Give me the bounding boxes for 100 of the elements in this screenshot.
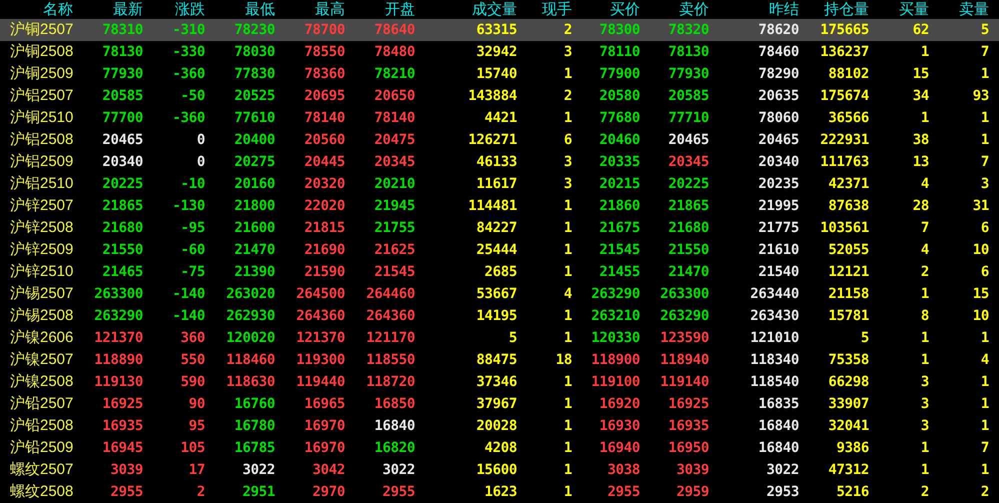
table-cell-text: 16970 xyxy=(303,417,345,436)
table-cell-text: 63315 xyxy=(475,21,517,40)
column-header[interactable]: 买量 xyxy=(869,0,929,19)
table-cell-text: 78210 xyxy=(373,65,415,84)
table-cell-text: 22020 xyxy=(303,197,345,216)
table-cell-text: 20340 xyxy=(101,153,143,172)
column-header[interactable]: 最新 xyxy=(73,0,143,19)
table-cell-text: 20465 xyxy=(757,131,799,150)
table-cell-text: 66298 xyxy=(827,373,869,392)
table-cell-text: 1 xyxy=(562,263,572,282)
table-cell-text: 118550 xyxy=(365,351,415,370)
row-highlight[interactable]: 沪铜2507 78310 -310 78230 78700 78640 63315 2 78300 78320 78620 175665 62 5 xyxy=(0,19,999,41)
table-cell-text: 21465 xyxy=(101,263,143,282)
table-cell-text: 3 xyxy=(920,373,929,392)
table-cell-text: 126271 xyxy=(467,131,517,150)
table-cell-text: 1 xyxy=(920,43,929,62)
table-cell-text: 1 xyxy=(562,373,572,392)
table-cell-text: 93 xyxy=(972,87,989,106)
table-cell-text: 20560 xyxy=(303,131,345,150)
table-cell-text: 78300 xyxy=(598,21,640,40)
column-header[interactable]: 最低 xyxy=(205,0,275,19)
table-cell-text: 88102 xyxy=(827,65,869,84)
table-cell-text: 15 xyxy=(972,285,989,304)
table-cell-text: 16785 xyxy=(233,439,275,458)
table-cell-text: 16835 xyxy=(757,395,799,414)
column-header[interactable]: 卖量 xyxy=(929,0,989,19)
table-cell-text: 222931 xyxy=(819,131,869,150)
contract-name: 沪铅2508 xyxy=(9,416,73,436)
table-cell-text: -140 xyxy=(171,285,205,304)
column-header[interactable]: 最高 xyxy=(275,0,345,19)
table-cell-text: -10 xyxy=(180,175,205,194)
column-header[interactable]: 持仓量 xyxy=(799,0,869,19)
table-cell-text: 31 xyxy=(972,197,989,216)
table-cell-text: 1 xyxy=(920,329,929,348)
column-header[interactable]: 开盘 xyxy=(345,0,415,19)
table-cell-text: 16760 xyxy=(233,395,275,414)
table-cell-text: 78130 xyxy=(667,43,709,62)
table-cell-text: 1 xyxy=(920,285,929,304)
table-cell-text: 119440 xyxy=(295,373,345,392)
table-cell-text: 16850 xyxy=(373,395,415,414)
table-cell-text: 77930 xyxy=(101,65,143,84)
table-cell-text: 5 xyxy=(508,329,517,348)
contract-name: 沪锌2509 xyxy=(9,240,73,260)
table-cell-text: -130 xyxy=(171,197,205,216)
table-cell-text: 118900 xyxy=(590,351,640,370)
column-header[interactable]: 成交量 xyxy=(415,0,517,19)
table-cell-text: 5216 xyxy=(835,483,869,502)
table-cell-text: 1 xyxy=(980,329,989,348)
table-cell-text: 1 xyxy=(920,439,929,458)
table-cell-text: 3039 xyxy=(675,461,709,480)
table-cell-text: 21550 xyxy=(101,241,143,260)
contract-name: 沪铅2507 xyxy=(9,394,73,414)
table-cell-text: 136237 xyxy=(819,43,869,62)
table-cell-text: 2951 xyxy=(241,483,275,502)
table-cell-text: 16840 xyxy=(757,417,799,436)
table-cell-text: 20525 xyxy=(233,87,275,106)
table-cell-text: 2955 xyxy=(606,483,640,502)
table-cell-text: 46133 xyxy=(475,153,517,172)
column-header[interactable]: 名称 xyxy=(0,0,73,19)
table-cell-text: 20215 xyxy=(598,175,640,194)
table-cell-text: 21800 xyxy=(233,197,275,216)
table-cell-text: 1 xyxy=(562,461,572,480)
table-cell-text: 20210 xyxy=(373,175,415,194)
table-cell-text: 143884 xyxy=(467,87,517,106)
contract-name: 沪铜2510 xyxy=(9,108,73,128)
contract-name: 螺纹2507 xyxy=(9,460,73,480)
table-cell-text: 0 xyxy=(196,131,205,150)
table-cell-text: 20460 xyxy=(598,131,640,150)
column-header[interactable]: 涨跌 xyxy=(143,0,205,19)
table-cell-text: 84227 xyxy=(475,219,517,238)
table-cell-text: 78550 xyxy=(303,43,345,62)
table-cell-text: 62 xyxy=(912,21,929,40)
table-cell-text: 1 xyxy=(980,109,989,128)
table-cell-text: 21540 xyxy=(757,263,799,282)
column-header[interactable]: 昨结 xyxy=(709,0,799,19)
table-cell-text: 20320 xyxy=(303,175,345,194)
table-cell-text: 3022 xyxy=(241,461,275,480)
table-cell-text: 78060 xyxy=(757,109,799,128)
table-cell-text: 121370 xyxy=(295,329,345,348)
table-cell-text: 2955 xyxy=(109,483,143,502)
table-cell-text: 12121 xyxy=(827,263,869,282)
table-cell-text: 77710 xyxy=(667,109,709,128)
contract-name: 沪铜2509 xyxy=(9,64,73,84)
table-cell-text: 119130 xyxy=(93,373,143,392)
contract-name: 沪铜2507 xyxy=(9,20,73,40)
table-cell-text: 32041 xyxy=(827,417,869,436)
table-cell-text: 21775 xyxy=(757,219,799,238)
table-cell-text: 21690 xyxy=(303,241,345,260)
table-cell-text: 3042 xyxy=(311,461,345,480)
column-header[interactable]: 卖价 xyxy=(640,0,709,19)
table-cell-text: 4208 xyxy=(483,439,517,458)
table-cell-text: 21600 xyxy=(233,219,275,238)
table-cell-text: 21680 xyxy=(667,219,709,238)
column-header[interactable]: 买价 xyxy=(572,0,640,19)
table-cell-text: 15 xyxy=(912,65,929,84)
table-cell-text: 78030 xyxy=(233,43,275,62)
column-header[interactable]: 现手 xyxy=(517,0,572,19)
table-cell-text: 263290 xyxy=(590,285,640,304)
table-cell-text: 16925 xyxy=(667,395,709,414)
table-cell-text: 1 xyxy=(562,241,572,260)
